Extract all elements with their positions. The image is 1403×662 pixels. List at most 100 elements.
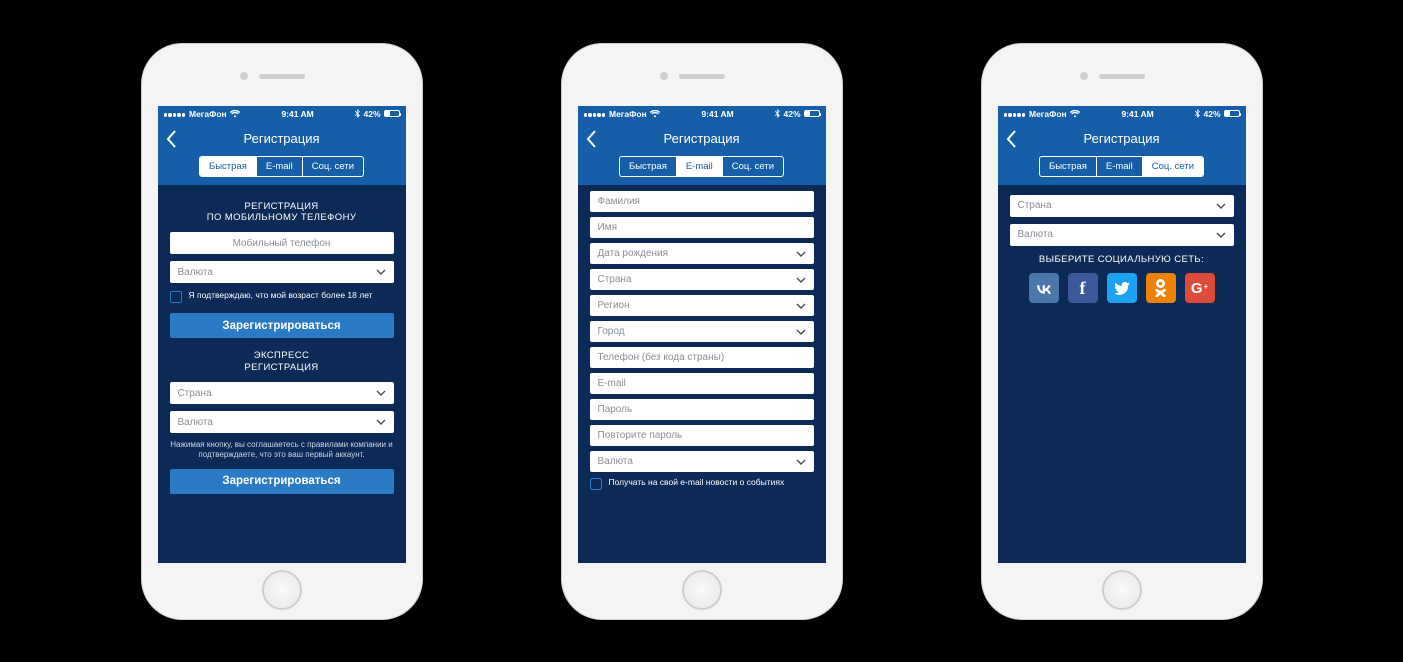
register-button[interactable]: Зарегистрироваться	[170, 313, 394, 338]
age-confirm-label: Я подтверждаю, что мой возраст более 18 …	[189, 290, 373, 303]
carrier-label: МегаФон	[1029, 109, 1067, 119]
currency-placeholder: Валюта	[178, 267, 213, 278]
phone-home-button[interactable]	[1102, 570, 1142, 610]
carrier-label: МегаФон	[189, 109, 227, 119]
tab-bar: Быстрая E-mail Соц. сети	[158, 156, 406, 185]
phone-camera	[660, 72, 668, 80]
lastname-input[interactable]: Фамилия	[590, 191, 814, 212]
battery-icon	[1224, 110, 1240, 117]
chevron-down-icon	[796, 327, 806, 340]
screen: МегаФон 9:41 AM 42% Регистрация	[998, 106, 1246, 563]
googleplus-icon: G+	[1191, 280, 1208, 297]
screen-title: Регистрация	[1084, 131, 1160, 146]
currency-select[interactable]: Валюта	[590, 451, 814, 472]
city-select[interactable]: Город	[590, 321, 814, 342]
carrier-label: МегаФон	[609, 109, 647, 119]
clock: 9:41 AM	[701, 109, 733, 119]
nav-header: Регистрация	[998, 122, 1246, 156]
googleplus-button[interactable]: G+	[1185, 273, 1215, 303]
tab-quick[interactable]: Быстрая	[200, 157, 257, 176]
wifi-icon	[650, 110, 660, 118]
bluetooth-icon	[1195, 109, 1200, 118]
phone-speaker	[679, 74, 725, 79]
chevron-down-icon	[376, 417, 386, 430]
phone-home-button[interactable]	[682, 570, 722, 610]
twitter-icon	[1114, 282, 1130, 295]
phone-home-button[interactable]	[262, 570, 302, 610]
wifi-icon	[1070, 110, 1080, 118]
currency-placeholder: Валюта	[1018, 229, 1053, 240]
country-placeholder: Страна	[1018, 200, 1052, 211]
signal-icon	[164, 109, 187, 119]
tab-social[interactable]: Соц. сети	[723, 157, 783, 176]
firstname-input[interactable]: Имя	[590, 217, 814, 238]
age-confirm-row[interactable]: Я подтверждаю, что мой возраст более 18 …	[170, 290, 394, 303]
tab-quick[interactable]: Быстрая	[1040, 157, 1097, 176]
country-select[interactable]: Страна	[1010, 195, 1234, 217]
password-repeat-input[interactable]: Повторите пароль	[590, 425, 814, 446]
status-bar: МегаФон 9:41 AM 42%	[158, 106, 406, 122]
section-express-title: ЭКСПРЕСС РЕГИСТРАЦИЯ	[170, 350, 394, 374]
clock: 9:41 AM	[1121, 109, 1153, 119]
chevron-down-icon	[796, 457, 806, 470]
phone-camera	[1080, 72, 1088, 80]
vk-icon	[1035, 283, 1053, 294]
terms-text: Нажимая кнопку, вы соглашаетесь с правил…	[170, 440, 394, 461]
country-select[interactable]: Страна	[590, 269, 814, 290]
odnoklassniki-button[interactable]	[1146, 273, 1176, 303]
content-email: Фамилия Имя Дата рождения Страна Регион …	[578, 185, 826, 563]
back-button[interactable]	[586, 130, 597, 151]
back-button[interactable]	[1006, 130, 1017, 151]
currency-select-2[interactable]: Валюта	[170, 411, 394, 433]
news-optin-row[interactable]: Получать на свой e-mail новости о событи…	[590, 477, 814, 490]
tab-email[interactable]: E-mail	[1097, 157, 1143, 176]
currency-select[interactable]: Валюта	[1010, 224, 1234, 246]
nav-header: Регистрация	[158, 122, 406, 156]
choose-social-title: ВЫБЕРИТЕ СОЦИАЛЬНУЮ СЕТЬ:	[1010, 254, 1234, 266]
battery-pct: 42%	[783, 109, 800, 119]
wifi-icon	[230, 110, 240, 118]
social-buttons: f G+	[1010, 273, 1234, 303]
register-button-2[interactable]: Зарегистрироваться	[170, 469, 394, 494]
dob-select[interactable]: Дата рождения	[590, 243, 814, 264]
currency-select[interactable]: Валюта	[170, 261, 394, 283]
tab-email[interactable]: E-mail	[257, 157, 303, 176]
screen: МегаФон 9:41 AM 42% Регистрация	[158, 106, 406, 563]
chevron-down-icon	[796, 275, 806, 288]
status-bar: МегаФон 9:41 AM 42%	[578, 106, 826, 122]
phone-mockup-social: МегаФон 9:41 AM 42% Регистрация	[982, 44, 1262, 619]
news-checkbox[interactable]	[590, 478, 602, 490]
password-input[interactable]: Пароль	[590, 399, 814, 420]
phone-camera	[240, 72, 248, 80]
back-button[interactable]	[166, 130, 177, 151]
facebook-button[interactable]: f	[1068, 273, 1098, 303]
tab-social[interactable]: Соц. сети	[1143, 157, 1203, 176]
facebook-icon: f	[1080, 278, 1086, 299]
email-input[interactable]: E-mail	[590, 373, 814, 394]
status-bar: МегаФон 9:41 AM 42%	[998, 106, 1246, 122]
phone-mockup-email: МегаФон 9:41 AM 42% Регистрация	[562, 44, 842, 619]
chevron-down-icon	[376, 388, 386, 401]
bluetooth-icon	[355, 109, 360, 118]
chevron-down-icon	[796, 301, 806, 314]
screen-title: Регистрация	[664, 131, 740, 146]
signal-icon	[1004, 109, 1027, 119]
battery-icon	[804, 110, 820, 117]
tab-social[interactable]: Соц. сети	[303, 157, 363, 176]
clock: 9:41 AM	[281, 109, 313, 119]
country-select[interactable]: Страна	[170, 382, 394, 404]
bluetooth-icon	[775, 109, 780, 118]
section-mobile-title: РЕГИСТРАЦИЯ ПО МОБИЛЬНОМУ ТЕЛЕФОНУ	[170, 201, 394, 225]
vk-button[interactable]	[1029, 273, 1059, 303]
twitter-button[interactable]	[1107, 273, 1137, 303]
tab-email[interactable]: E-mail	[677, 157, 723, 176]
country-placeholder: Страна	[178, 388, 212, 399]
tab-bar: Быстрая E-mail Соц. сети	[578, 156, 826, 185]
odnoklassniki-icon	[1155, 279, 1166, 297]
region-select[interactable]: Регион	[590, 295, 814, 316]
phone-input[interactable]: Мобильный телефон	[170, 232, 394, 254]
age-checkbox[interactable]	[170, 291, 182, 303]
tab-quick[interactable]: Быстрая	[620, 157, 677, 176]
signal-icon	[584, 109, 607, 119]
phone-input[interactable]: Телефон (без кода страны)	[590, 347, 814, 368]
